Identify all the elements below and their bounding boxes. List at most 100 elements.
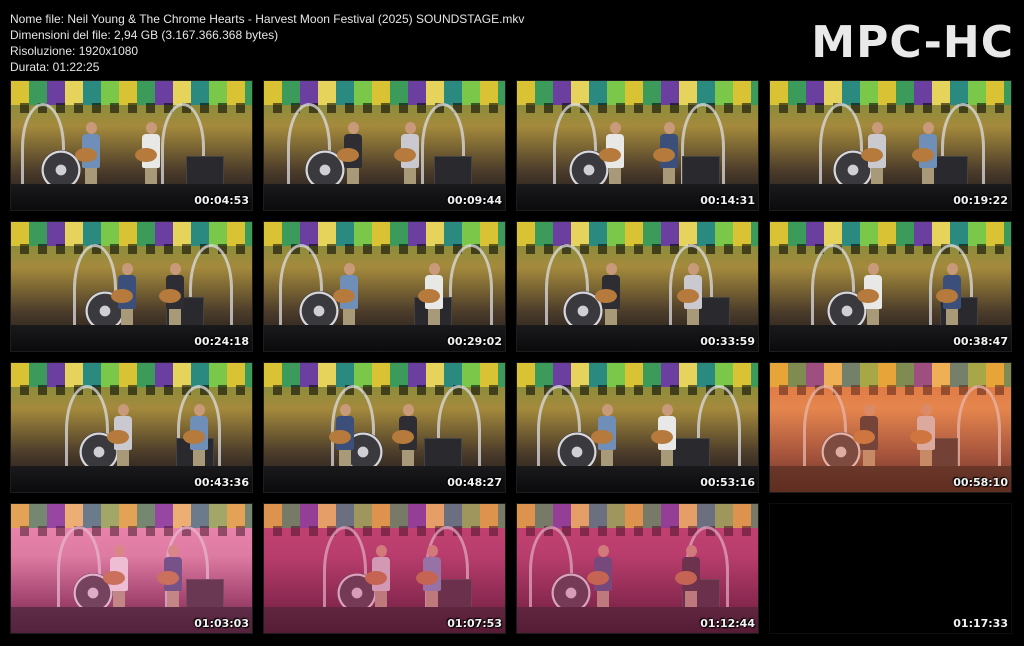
flag-banner [11, 81, 252, 105]
guitar [587, 571, 609, 585]
video-thumbnail: 01:03:03 [10, 503, 253, 634]
stage-scene [517, 222, 758, 351]
guitar [157, 571, 179, 585]
timestamp-label: 00:29:02 [447, 335, 502, 348]
flag-banner [770, 363, 1011, 387]
flag-banner [264, 222, 505, 246]
guitar [107, 430, 129, 444]
performer-head [606, 263, 617, 275]
stage-scene [264, 504, 505, 633]
timestamp-label: 00:09:44 [447, 194, 502, 207]
video-thumbnail: 01:07:53 [263, 503, 506, 634]
guitar [857, 289, 879, 303]
performer-head [86, 122, 97, 134]
flag-banner [264, 81, 505, 105]
performer-head [664, 122, 675, 134]
flag-banner [517, 363, 758, 387]
stage-scene [517, 81, 758, 210]
stage-arch [449, 244, 493, 333]
video-thumbnail: 00:58:10 [769, 362, 1012, 493]
stage-scene [11, 222, 252, 351]
guitar [591, 430, 613, 444]
performer-head [662, 404, 673, 416]
video-thumbnail: 00:43:36 [10, 362, 253, 493]
guitar [653, 148, 675, 162]
timestamp-label: 00:48:27 [447, 476, 502, 489]
timestamp-label: 00:38:47 [953, 335, 1008, 348]
stage-arch [957, 385, 1001, 474]
timestamp-label: 00:19:22 [953, 194, 1008, 207]
performer-head [602, 404, 613, 416]
stage-scene [770, 81, 1011, 210]
video-thumbnail: 00:14:31 [516, 80, 759, 211]
performer-head [376, 545, 387, 557]
flag-banner [264, 504, 505, 528]
stage-scene [11, 363, 252, 492]
guitar [392, 430, 414, 444]
timestamp-label: 00:14:31 [700, 194, 755, 207]
performer-head [923, 122, 934, 134]
performer-head [146, 122, 157, 134]
video-thumbnail: 00:24:18 [10, 221, 253, 352]
performer-head [427, 545, 438, 557]
video-thumbnail: 00:19:22 [769, 80, 1012, 211]
guitar [853, 430, 875, 444]
guitar [599, 148, 621, 162]
stage-scene [264, 222, 505, 351]
flag-banner [264, 363, 505, 387]
guitar [936, 289, 958, 303]
flag-banner [11, 363, 252, 387]
timestamp-label: 01:12:44 [700, 617, 755, 630]
performer-head [114, 545, 125, 557]
guitar [675, 571, 697, 585]
guitar [912, 148, 934, 162]
video-thumbnail: 00:53:16 [516, 362, 759, 493]
timestamp-label: 00:53:16 [700, 476, 755, 489]
flag-banner [770, 222, 1011, 246]
guitar [394, 148, 416, 162]
stage-scene [770, 222, 1011, 351]
video-thumbnail: 00:33:59 [516, 221, 759, 352]
video-thumbnail: 01:17:33 [769, 503, 1012, 634]
guitar [651, 430, 673, 444]
video-thumbnail: 00:29:02 [263, 221, 506, 352]
guitar [135, 148, 157, 162]
timestamp-label: 01:03:03 [194, 617, 249, 630]
flag-banner [517, 81, 758, 105]
performer-head [194, 404, 205, 416]
performer-head [429, 263, 440, 275]
timestamp-label: 00:24:18 [194, 335, 249, 348]
guitar [333, 289, 355, 303]
guitar [329, 430, 351, 444]
timestamp-label: 00:43:36 [194, 476, 249, 489]
guitar [595, 289, 617, 303]
timestamp-label: 01:17:33 [953, 617, 1008, 630]
guitar [910, 430, 932, 444]
video-thumbnail: 00:09:44 [263, 80, 506, 211]
flag-banner [11, 222, 252, 246]
stage-scene [264, 363, 505, 492]
timestamp-label: 01:07:53 [447, 617, 502, 630]
performer-head [864, 404, 875, 416]
performer-head [610, 122, 621, 134]
performer-head [168, 545, 179, 557]
performer-head [405, 122, 416, 134]
stage-scene [11, 81, 252, 210]
performer-head [947, 263, 958, 275]
performer-head [872, 122, 883, 134]
flag-banner [517, 222, 758, 246]
guitar [111, 289, 133, 303]
guitar [337, 148, 359, 162]
guitar [677, 289, 699, 303]
performer-head [170, 263, 181, 275]
flag-banner [11, 504, 252, 528]
performer-head [403, 404, 414, 416]
guitar [861, 148, 883, 162]
performer-head [688, 263, 699, 275]
performer-head [686, 545, 697, 557]
performer-head [340, 404, 351, 416]
performer-head [598, 545, 609, 557]
performer-head [868, 263, 879, 275]
video-thumbnail: 00:38:47 [769, 221, 1012, 352]
guitar [159, 289, 181, 303]
